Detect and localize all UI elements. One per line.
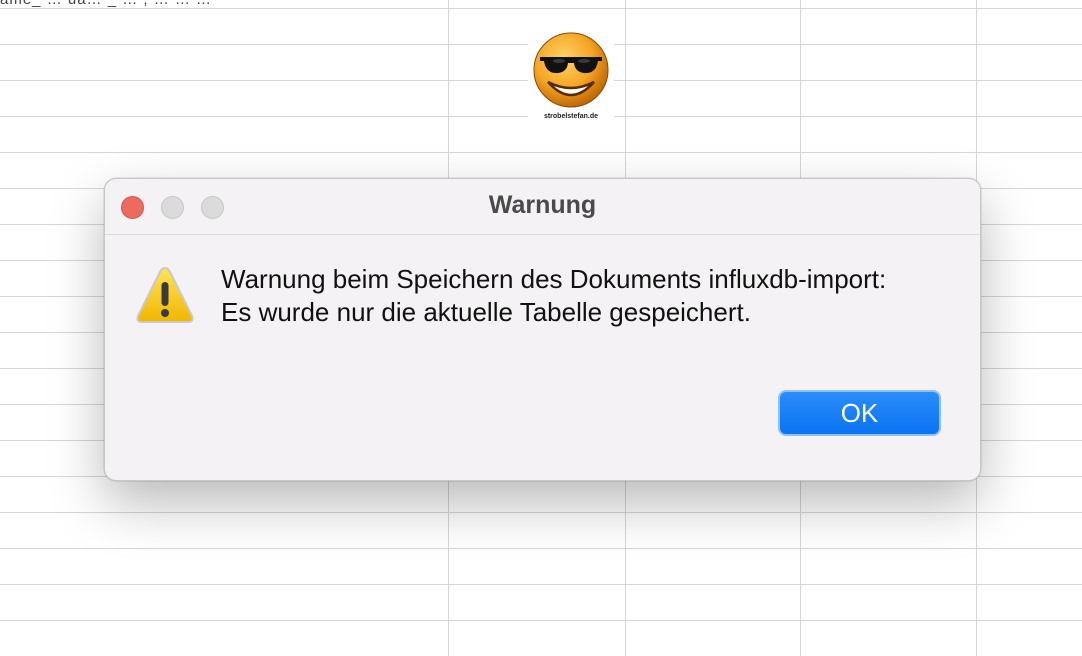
logo-caption: strobelstefan.de [543, 113, 599, 120]
dialog-message: Warnung beim Speichern des Dokuments inf… [221, 263, 961, 329]
message-line-1: Warnung beim Speichern des Dokuments inf… [221, 264, 887, 294]
ok-button[interactable]: OK [778, 390, 941, 436]
dialog-titlebar[interactable]: Warnung [105, 179, 980, 235]
site-logo: strobelstefan.de [528, 30, 614, 122]
warning-dialog: Warnung Warnung beim Speichern des Dokum… [104, 178, 981, 481]
warning-triangle-icon [135, 265, 195, 325]
sunglasses-smiley-icon [533, 32, 609, 108]
message-line-2: Es wurde nur die aktuelle Tabelle gespei… [221, 297, 751, 327]
dialog-title: Warnung [488, 191, 597, 219]
top-row-cell-text: ame_ … ua… _ … ; … … … [0, 0, 212, 8]
